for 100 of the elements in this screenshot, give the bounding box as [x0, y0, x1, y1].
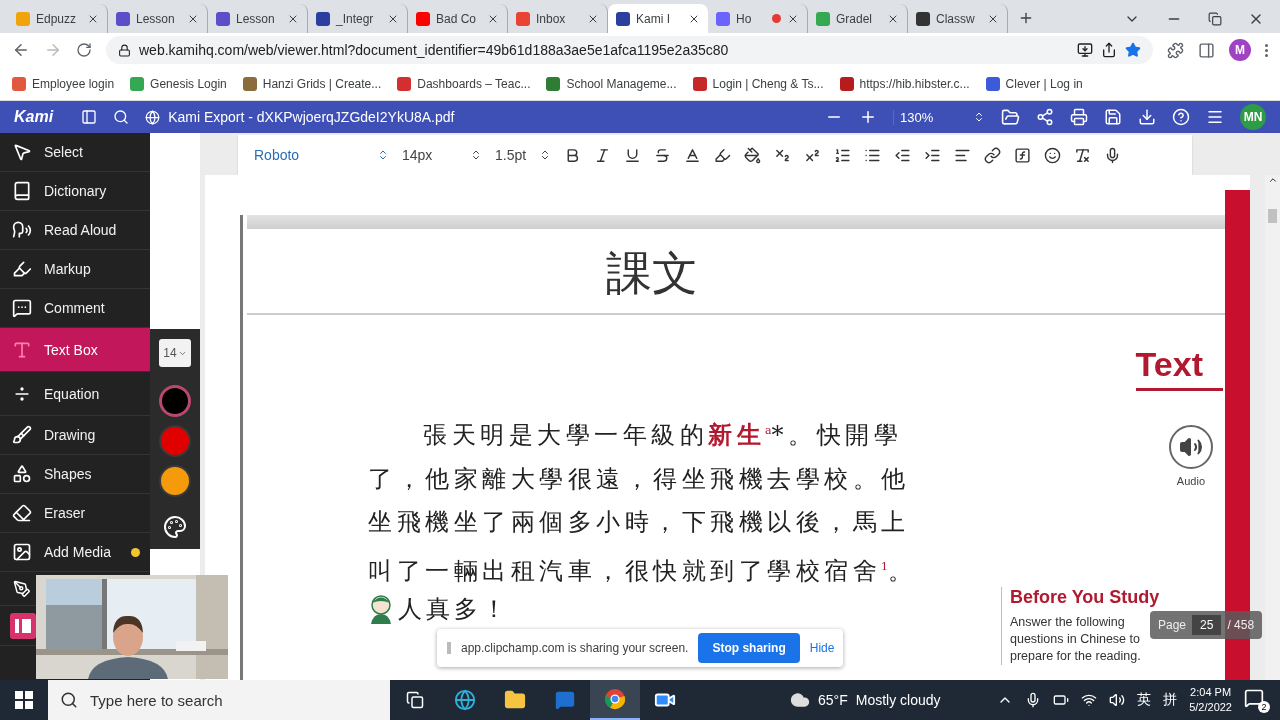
paint-bucket-icon[interactable]: [744, 146, 761, 164]
comment-icon: [12, 298, 32, 318]
strikethrough-icon[interactable]: [654, 146, 671, 164]
download-icon[interactable]: [1138, 108, 1156, 126]
star-icon[interactable]: [1125, 42, 1141, 58]
color-swatch[interactable]: [159, 425, 191, 457]
brush-icon: [12, 425, 32, 445]
weather-text: Mostly cloudy: [855, 692, 941, 708]
lock-icon: [118, 43, 131, 57]
document-title: Kami Export - dXKPwjoerqJZGdeI2YkU8A.pdf: [168, 109, 455, 125]
color-swatch[interactable]: [159, 465, 191, 497]
windows-icon[interactable]: [15, 691, 33, 709]
language-indicator[interactable]: 英: [1137, 691, 1152, 709]
app-logo: Kami: [14, 108, 54, 126]
font-size-select[interactable]: 14: [159, 339, 191, 367]
page-field[interactable]: 25: [1192, 615, 1222, 635]
drag-handle-icon[interactable]: [447, 642, 451, 654]
aside-text: Answer the following questions in Chinese to prepare for the reading.: [1010, 614, 1142, 665]
bookmark-link[interactable]: Employee login: [12, 76, 115, 91]
link-icon[interactable]: [984, 146, 1001, 164]
address-field[interactable]: web.kamihq.com/web/viewer.html?document_identifier=49b61d188a3ae5e1afca1195e2a35c80: [106, 36, 1153, 64]
palette-icon[interactable]: [163, 515, 187, 539]
chrome-icon[interactable]: [590, 680, 640, 720]
size-select[interactable]: 14px: [402, 147, 482, 163]
eraser-icon: [12, 503, 32, 523]
wifi-icon[interactable]: [1081, 692, 1098, 708]
bookmark-link[interactable]: Hanzi Grids | Create...: [242, 76, 382, 91]
highlighter-icon: [12, 259, 32, 279]
battery-icon[interactable]: [1053, 692, 1070, 708]
speech-icon: [12, 220, 32, 240]
back-icon[interactable]: [12, 41, 30, 59]
book-icon: [12, 181, 32, 201]
underline-icon[interactable]: [624, 146, 641, 164]
bookmark-link[interactable]: Clever | Log in: [985, 76, 1083, 91]
microphone-icon[interactable]: [1104, 146, 1121, 164]
tool-item[interactable]: Text Box: [0, 328, 150, 372]
numbered-list-icon[interactable]: [834, 146, 851, 164]
audio-label: Audio: [1176, 475, 1205, 487]
updown-icon: [377, 149, 389, 161]
bookmark-link[interactable]: Dashboards – Teac...: [397, 76, 531, 91]
audio-button[interactable]: [1169, 425, 1213, 469]
profile-avatar[interactable]: M: [1229, 39, 1251, 61]
line-width-select[interactable]: 1.5pt: [495, 147, 551, 163]
lesson-paragraph: 張天明是大學一年級的新生$^{a}$*。快開學了，他家離大學很遠，得坐飛機去學校。他坐飛機坐了兩個多小時，下飛機以後，馬上叫了一輛出租汽車，很快就到了學校宿舍$^{1}$。: [368, 419, 918, 587]
more-icon[interactable]: [1265, 43, 1268, 57]
pen-icon[interactable]: [13, 579, 31, 598]
restore-icon[interactable]: [1208, 12, 1222, 26]
bookmark-link[interactable]: Genesis Login: [130, 76, 227, 91]
share-icon[interactable]: [1101, 42, 1117, 58]
bookmark-link[interactable]: https://hib.hibster.c...: [839, 76, 970, 91]
stop-sharing-button[interactable]: Stop sharing: [698, 633, 800, 663]
color-swatch[interactable]: [159, 385, 191, 417]
tool-item[interactable]: Dictionary: [0, 172, 150, 211]
side-panel-icon[interactable]: [1198, 41, 1215, 59]
sidebar-toggle-icon[interactable]: [81, 109, 98, 125]
panel-icon[interactable]: [10, 612, 36, 639]
speaker-icon: [1179, 435, 1203, 459]
new-tab-icon[interactable]: [1018, 10, 1034, 26]
volume-icon[interactable]: [1109, 692, 1126, 708]
clear-format-icon[interactable]: [1074, 146, 1091, 164]
text-color-icon[interactable]: [684, 146, 701, 164]
taskbar-search-field[interactable]: Type here to search: [48, 680, 390, 720]
share-message: app.clipchamp.com is sharing your screen.: [461, 641, 689, 655]
scrollbar[interactable]: [1265, 175, 1280, 680]
help-icon[interactable]: [1172, 108, 1190, 126]
share-icon[interactable]: [1036, 108, 1054, 126]
hide-link[interactable]: Hide: [809, 641, 835, 655]
print-icon[interactable]: [1070, 108, 1088, 126]
aside-heading: Before You Study: [1010, 587, 1161, 608]
browser-tab[interactable]: Kami I: [608, 4, 708, 33]
tool-item[interactable]: Add Media: [0, 533, 150, 572]
tool-item[interactable]: Read Aloud: [0, 211, 150, 250]
highlight-icon[interactable]: [714, 146, 731, 164]
clock[interactable]: 2:04 PM 5/2/2022: [1189, 685, 1232, 715]
globe-icon: [145, 109, 161, 125]
updown-icon: [470, 149, 482, 161]
search-icon[interactable]: [113, 109, 130, 125]
italic-icon[interactable]: [594, 146, 611, 164]
bookmark-link[interactable]: Login | Cheng & Ts...: [692, 76, 824, 91]
zoom-select[interactable]: 130%: [893, 109, 985, 125]
folder-icon[interactable]: [1001, 107, 1020, 127]
shapes-icon: [12, 464, 32, 484]
tool-item[interactable]: Markup: [0, 250, 150, 289]
scroll-up-icon[interactable]: [1267, 175, 1278, 185]
menu-icon[interactable]: [1206, 108, 1224, 126]
bookmark-link[interactable]: School Manageme...: [546, 76, 677, 91]
emoji-icon[interactable]: [1044, 146, 1061, 164]
image-icon: [12, 542, 32, 562]
install-icon[interactable]: [1077, 42, 1093, 58]
reload-icon[interactable]: [76, 42, 92, 58]
cloud-icon: [790, 690, 810, 710]
font-select[interactable]: Roboto: [254, 147, 389, 163]
tool-item[interactable]: Select: [0, 133, 150, 172]
zoom-in-icon[interactable]: [859, 108, 877, 126]
user-avatar[interactable]: MN: [1240, 104, 1266, 130]
save-icon[interactable]: [1104, 108, 1122, 126]
extensions-icon[interactable]: [1167, 41, 1184, 59]
function-icon[interactable]: [1014, 146, 1031, 164]
ime-indicator[interactable]: 拼: [1163, 691, 1178, 709]
scroll-thumb[interactable]: [1268, 209, 1277, 223]
